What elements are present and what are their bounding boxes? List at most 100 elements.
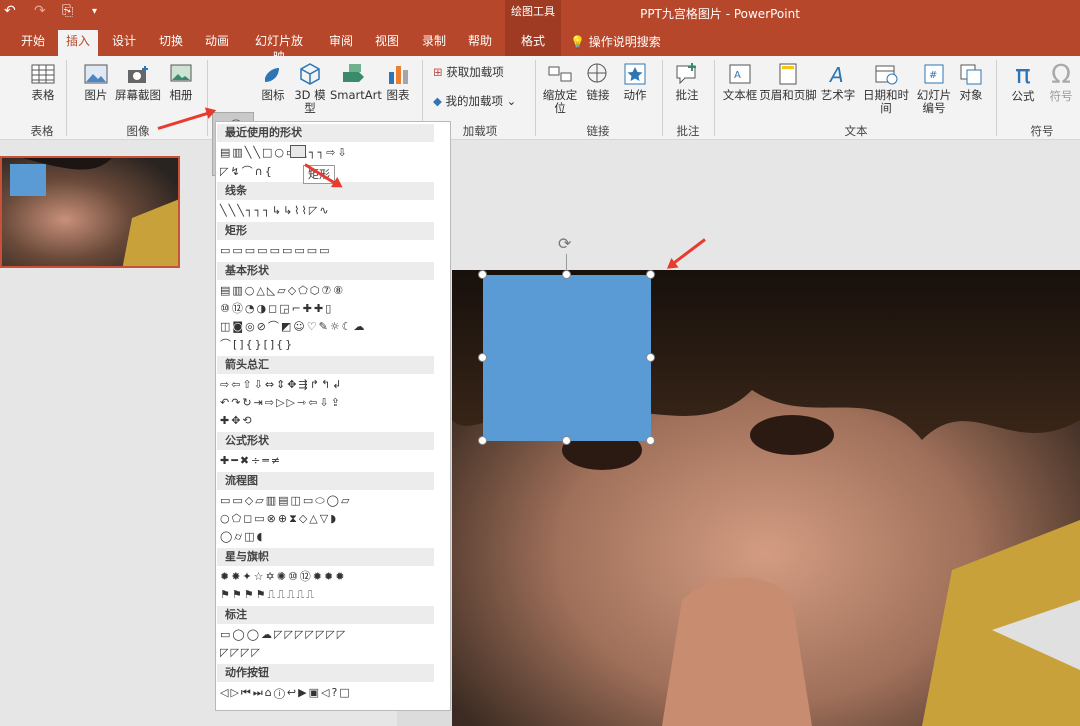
rotate-handle-icon[interactable]: ⟳ xyxy=(558,234,571,253)
table-icon xyxy=(31,64,55,84)
resize-handle[interactable] xyxy=(478,436,487,445)
3d-model-label: 3D 模型 xyxy=(294,88,326,115)
icons-button[interactable]: 图标 xyxy=(260,62,286,102)
resize-handle[interactable] xyxy=(646,436,655,445)
shape-row[interactable]: ▭▭▭▭▭▭▭▭▭ xyxy=(220,243,332,259)
shape-row[interactable]: ◸↯⌒∩{ xyxy=(220,164,274,180)
divider xyxy=(207,60,208,136)
album-button[interactable]: 相册 xyxy=(164,62,198,102)
3d-model-button[interactable]: 3D 模型 xyxy=(292,62,328,115)
symbol-button[interactable]: Ω 符号 xyxy=(1044,60,1078,103)
group-comments: 批注 xyxy=(676,124,700,138)
shape-row[interactable]: ╲╲╲┐┐┐↳↳⌇⌇◸∿ xyxy=(220,203,331,219)
resize-handle[interactable] xyxy=(646,353,655,362)
screenshot-button[interactable]: 屏幕截图 xyxy=(114,62,162,102)
tab-record[interactable]: 录制 xyxy=(420,33,448,56)
screenshot-label: 屏幕截图 xyxy=(115,88,161,102)
shape-row[interactable]: ⌒[]{}[]{} xyxy=(220,337,294,353)
smartart-button[interactable]: SmartArt xyxy=(330,62,382,102)
shape-row[interactable]: ◯⌭◫◖ xyxy=(220,529,264,545)
camera-icon xyxy=(128,66,148,83)
chevron-down-icon: ⌄ xyxy=(506,94,517,108)
slide-number-button[interactable]: # 幻灯片编号 xyxy=(914,62,954,115)
tab-home[interactable]: 开始 xyxy=(20,33,46,56)
chart-icon xyxy=(389,66,408,84)
annotation-arrow xyxy=(670,238,706,266)
album-label: 相册 xyxy=(169,88,193,102)
section-callouts: 标注 xyxy=(217,606,434,624)
header-footer-button[interactable]: 页眉和页脚 xyxy=(759,62,817,102)
my-addins-button[interactable]: ◆ 我的加载项 ⌄ xyxy=(433,95,516,108)
symbol-label: 符号 xyxy=(1049,89,1073,103)
section-basic-shapes: 基本形状 xyxy=(217,262,434,280)
tab-animations[interactable]: 动画 xyxy=(203,33,231,56)
shape-row[interactable]: ↶↷↻⇥⇨▷▷⇾⇦⇩⇪ xyxy=(220,395,342,411)
start-slideshow-icon[interactable]: ⎘ xyxy=(62,3,73,19)
shape-row[interactable]: ◁▷⏮⏭⌂ⓘ↩▶▣◁?□ xyxy=(220,685,352,701)
tell-me-search[interactable]: 💡 操作说明搜索 xyxy=(570,33,661,50)
shape-row[interactable]: ▭▭◇▱▥▤◫▭⬭◯▱ xyxy=(220,493,351,509)
tab-insert[interactable]: 插入 xyxy=(58,30,98,56)
shape-row[interactable]: ◸◸◸◸ xyxy=(220,645,262,661)
tab-slideshow[interactable]: 幻灯片放映 xyxy=(250,33,308,64)
get-addins-button[interactable]: ⊞ 获取加载项 xyxy=(433,66,504,79)
comment-icon xyxy=(676,63,696,85)
tab-review[interactable]: 审阅 xyxy=(327,33,355,56)
chart-label: 图表 xyxy=(386,88,410,102)
picture-button[interactable]: 图片 xyxy=(78,62,114,102)
link-button[interactable]: 链接 xyxy=(584,62,612,102)
undo-icon[interactable]: ↶ xyxy=(4,3,16,19)
rectangle-shape-option[interactable] xyxy=(290,145,306,158)
group-text: 文本 xyxy=(844,124,868,138)
tab-design[interactable]: 设计 xyxy=(110,33,138,56)
shape-row[interactable]: ▤▥○△◺▱◇⬠⬡⑦⑧ xyxy=(220,283,345,299)
resize-handle[interactable] xyxy=(478,270,487,279)
divider xyxy=(714,60,715,136)
divider xyxy=(66,60,67,136)
textbox-label: 文本框 xyxy=(722,88,758,102)
rotation-stem xyxy=(566,254,567,270)
zoom-button[interactable]: 缩放定位 xyxy=(540,62,580,115)
tab-transitions[interactable]: 切换 xyxy=(157,33,185,56)
smartart-label: SmartArt xyxy=(330,88,382,102)
section-lines: 线条 xyxy=(217,182,434,200)
shape-row[interactable]: ⚑⚑⚑⚑⎍⎍⎍⎍⎍ xyxy=(220,587,316,603)
shape-row[interactable]: ▭◯◯☁◸◸◸◸◸◸◸ xyxy=(220,627,347,643)
slide-number-label: 幻灯片编号 xyxy=(916,88,952,115)
redo-icon[interactable]: ↷ xyxy=(34,3,46,19)
shape-row[interactable]: ⇨⇦⇧⇩⇔⇕✥⇶↱↰↲ xyxy=(220,377,343,393)
object-button[interactable]: 对象 xyxy=(956,62,986,102)
table-button[interactable]: 表格 xyxy=(26,62,60,102)
wordart-button[interactable]: A 艺术字 xyxy=(819,62,857,102)
resize-handle[interactable] xyxy=(478,353,487,362)
object-label: 对象 xyxy=(959,88,983,102)
resize-handle[interactable] xyxy=(646,270,655,279)
section-arrows: 箭头总汇 xyxy=(217,356,434,374)
section-action-buttons: 动作按钮 xyxy=(217,664,434,682)
resize-handle[interactable] xyxy=(562,436,571,445)
shape-row[interactable]: ✚✥⟲ xyxy=(220,413,254,429)
tab-view[interactable]: 视图 xyxy=(373,33,401,56)
comment-button[interactable]: 批注 xyxy=(670,62,704,102)
shape-row[interactable]: ▤▥╲╲□○▭△┐┐⇨⇩ xyxy=(220,145,349,161)
shape-row[interactable]: ○⬠◻▭⊗⊕⧗◇△▽◗ xyxy=(220,511,338,527)
tab-format[interactable]: 格式 xyxy=(518,33,548,56)
shape-row[interactable]: ◫◙◎⊘⌒◩☺♡✎☼☾☁ xyxy=(220,319,367,335)
chart-button[interactable]: 图表 xyxy=(384,62,412,102)
wordart-icon: A xyxy=(828,63,844,86)
shape-row[interactable]: ⑩⑫◔◑◻◲⌐✚✚▯ xyxy=(220,301,333,317)
equation-button[interactable]: π 公式 xyxy=(1006,60,1040,103)
slide-thumbnail[interactable] xyxy=(0,156,180,268)
customize-icon[interactable]: ▾ xyxy=(92,6,97,17)
my-addins-label: 我的加载项 xyxy=(445,94,504,108)
selected-rectangle-shape[interactable] xyxy=(483,275,651,441)
datetime-button[interactable]: 日期和时间 xyxy=(858,62,914,115)
action-button[interactable]: 动作 xyxy=(620,62,650,102)
shape-row[interactable]: ✹✸✦☆✡✺⑩⑫✹✹✹ xyxy=(220,569,346,585)
group-images: 图像 xyxy=(126,124,150,138)
shape-row[interactable]: ✚━✖÷═≠ xyxy=(220,453,282,469)
textbox-button[interactable]: A 文本框 xyxy=(722,62,758,102)
album-icon xyxy=(170,64,192,82)
resize-handle[interactable] xyxy=(562,270,571,279)
tab-help[interactable]: 帮助 xyxy=(466,33,494,56)
